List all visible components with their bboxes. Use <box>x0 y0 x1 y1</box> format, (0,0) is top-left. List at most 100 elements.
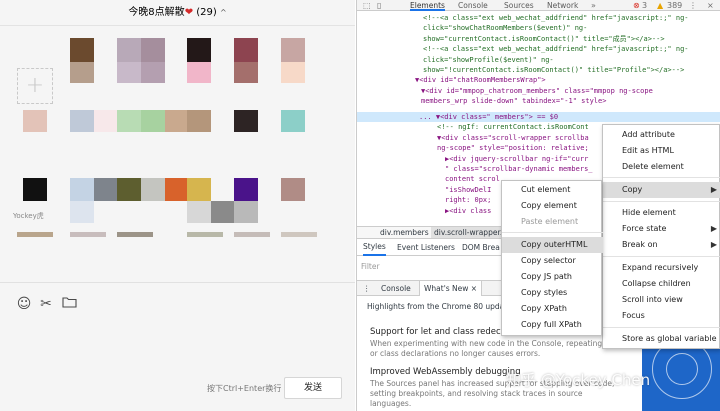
avatar <box>141 110 165 132</box>
tab-event-listeners[interactable]: Event Listeners <box>397 240 455 256</box>
code-line-selected[interactable]: ... ▼<div class=" members"> == $0 <box>357 112 720 123</box>
avatar <box>141 38 165 62</box>
folder-icon[interactable] <box>61 296 77 312</box>
code-line[interactable]: <!--<a class="ext web_wechat_addfriend" … <box>423 13 720 23</box>
menu-copy-outerhtml[interactable]: Copy outerHTML <box>502 237 603 253</box>
avatar <box>70 201 94 223</box>
menu-hide-element[interactable]: Hide element <box>603 205 676 221</box>
avatar[interactable] <box>281 110 305 132</box>
avatar <box>187 232 223 237</box>
error-icon[interactable]: ⊗ <box>633 0 640 11</box>
scissors-icon[interactable]: ✂ <box>38 296 54 312</box>
avatar[interactable] <box>23 110 47 132</box>
tab-sources[interactable]: Sources <box>504 0 534 11</box>
menu-copy[interactable]: Copy ▶ <box>603 182 720 198</box>
avatar[interactable] <box>70 38 94 62</box>
submenu-arrow-icon: ▶ <box>710 240 717 249</box>
devtools-tabbar: ⬚ ▯ Elements Console Sources Network » ⊗… <box>357 0 720 11</box>
avatar <box>187 110 211 132</box>
breadcrumb-item[interactable]: div.scroll-wrapper... <box>431 227 510 238</box>
avatar[interactable] <box>117 110 141 132</box>
add-member-button[interactable]: + <box>17 68 53 104</box>
drawer-tab-whats-new[interactable]: What's New × <box>419 281 483 296</box>
send-button[interactable]: 发送 <box>284 377 342 399</box>
drawer-tab-console[interactable]: Console <box>381 281 411 296</box>
error-count: 3 <box>642 1 648 10</box>
submenu-arrow-icon: ▶ <box>710 224 717 233</box>
warning-icon[interactable]: ▲ <box>657 0 663 11</box>
menu-paste-element[interactable]: Paste element <box>502 214 578 230</box>
code-line[interactable]: click="showChatRoomMembers($event)" ng- <box>423 23 720 33</box>
code-line[interactable]: <!--<a class="ext web_wechat_addfriend" … <box>423 44 720 54</box>
menu-force-state-label: Force state <box>622 224 667 233</box>
emoji-icon[interactable]: ☺ <box>16 296 32 312</box>
inspect-icon[interactable]: ⬚ <box>363 0 371 11</box>
avatar[interactable] <box>234 178 258 201</box>
avatar[interactable] <box>281 178 305 201</box>
whats-new-text: setting breakpoints, and resolving stack… <box>370 389 583 398</box>
avatar[interactable] <box>187 38 211 62</box>
member-count: (29) <box>196 7 217 18</box>
menu-delete-element[interactable]: Delete element <box>603 159 684 175</box>
device-toggle-icon[interactable]: ▯ <box>377 0 381 11</box>
avatar <box>141 62 165 83</box>
avatar <box>70 62 94 83</box>
tab-console[interactable]: Console <box>458 0 488 11</box>
avatar[interactable] <box>165 178 187 201</box>
avatar <box>211 201 234 223</box>
close-icon[interactable]: × <box>707 0 714 11</box>
whats-new-heading[interactable]: Improved WebAssembly debugging <box>370 367 521 377</box>
menu-copy-selector[interactable]: Copy selector <box>502 253 576 269</box>
settings-icon[interactable]: ⋮ <box>689 0 697 11</box>
menu-cut-element[interactable]: Cut element <box>502 182 570 198</box>
menu-copy-styles[interactable]: Copy styles <box>502 285 567 301</box>
menu-copy-full-xpath[interactable]: Copy full XPath <box>502 317 582 333</box>
code-line[interactable]: show="!currentContact.isRoomContact()" t… <box>423 65 720 75</box>
menu-separator <box>603 256 720 257</box>
avatar[interactable] <box>70 110 94 132</box>
tab-dom-breakpoints[interactable]: DOM Brea <box>462 240 500 256</box>
menu-focus[interactable]: Focus <box>603 308 645 324</box>
chat-title[interactable]: 今晚8点解散❤ (29) ^ <box>0 0 355 26</box>
filter-input[interactable]: Filter <box>361 260 521 273</box>
menu-add-attribute[interactable]: Add attribute <box>603 127 675 143</box>
breadcrumb-item[interactable]: div.members <box>377 227 432 238</box>
tab-elements[interactable]: Elements <box>410 0 445 11</box>
avatar[interactable] <box>70 178 94 201</box>
chevron-up-icon[interactable]: ^ <box>220 8 227 17</box>
avatar <box>187 178 211 201</box>
menu-copy-element[interactable]: Copy element <box>502 198 577 214</box>
more-tabs-icon[interactable]: » <box>591 0 596 11</box>
avatar[interactable] <box>234 38 258 62</box>
avatar <box>17 232 53 237</box>
menu-collapse-children[interactable]: Collapse children <box>603 276 691 292</box>
avatar[interactable] <box>165 110 187 132</box>
avatar <box>234 62 258 83</box>
menu-break-on[interactable]: Break on ▶ <box>603 237 720 253</box>
avatar[interactable] <box>117 178 141 201</box>
folder-svg <box>61 297 77 308</box>
menu-copy-xpath[interactable]: Copy XPath <box>502 301 567 317</box>
avatar <box>141 178 165 201</box>
avatar[interactable] <box>234 110 258 132</box>
menu-force-state[interactable]: Force state ▶ <box>603 221 720 237</box>
menu-scroll-into-view[interactable]: Scroll into view <box>603 292 683 308</box>
menu-copy-js-path[interactable]: Copy JS path <box>502 269 572 285</box>
avatar[interactable] <box>281 38 305 62</box>
avatar <box>187 62 211 83</box>
avatar[interactable] <box>23 178 47 201</box>
code-line[interactable]: ▼<div id="chatRoomMembersWrap"> <box>415 75 720 85</box>
code-line[interactable]: click="showProfile($event)" ng- <box>423 55 720 65</box>
menu-edit-as-html[interactable]: Edit as HTML <box>603 143 674 159</box>
tab-network[interactable]: Network <box>547 0 578 11</box>
menu-expand-recursively[interactable]: Expand recursively <box>603 260 698 276</box>
drawer-menu-icon[interactable]: ⋮ <box>363 281 371 296</box>
context-menu: Add attribute Edit as HTML Delete elemen… <box>602 124 720 349</box>
avatar[interactable] <box>117 38 141 62</box>
code-line[interactable]: members_wrp slide-down" tabindex="-1" st… <box>421 96 720 106</box>
menu-store-as-global[interactable]: Store as global variable <box>603 331 717 347</box>
code-line[interactable]: show="currentContact.isRoomContact()" ti… <box>423 34 720 44</box>
tab-styles[interactable]: Styles <box>363 240 386 256</box>
code-line[interactable]: ▼<div id="mmpop_chatroom_members" class=… <box>421 86 720 96</box>
chat-title-text: 今晚8点解散 <box>128 7 185 18</box>
